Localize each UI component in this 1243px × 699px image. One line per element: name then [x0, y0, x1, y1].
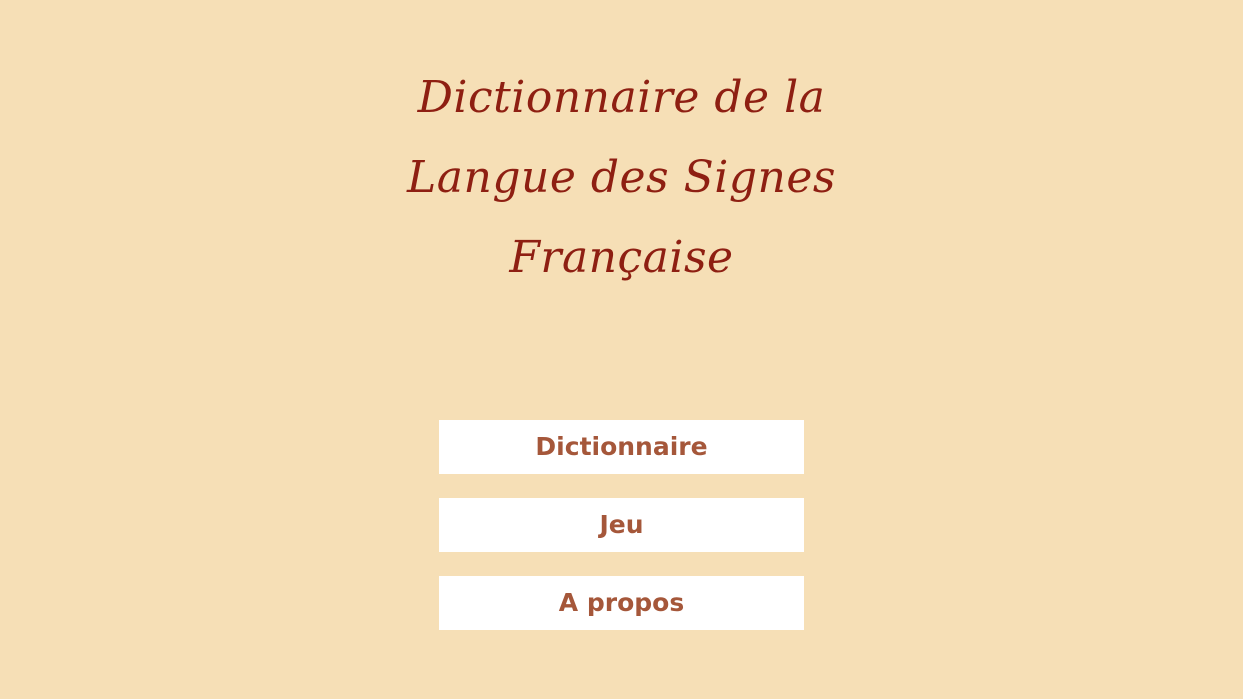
- dictionary-button[interactable]: Dictionnaire: [439, 420, 804, 474]
- title-line-2: Langue des Signes: [407, 152, 836, 203]
- title-line-3: Française: [509, 232, 734, 283]
- title-line-1: Dictionnaire de la: [417, 72, 826, 123]
- about-button[interactable]: A propos: [439, 576, 804, 630]
- game-button[interactable]: Jeu: [439, 498, 804, 552]
- app-window: Dictionnaire de la Langue des Signes Fra…: [0, 0, 1243, 699]
- app-title: Dictionnaire de la Langue des Signes Fra…: [0, 58, 1243, 298]
- main-menu: Dictionnaire Jeu A propos: [439, 420, 804, 630]
